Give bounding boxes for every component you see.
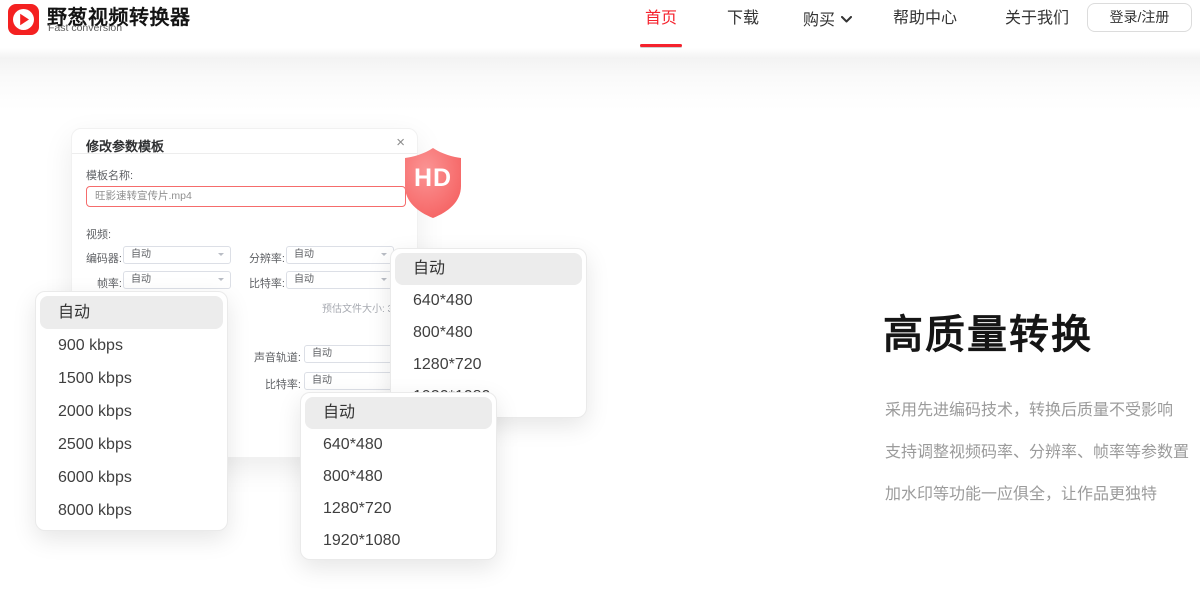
nav-item-buy[interactable]: 购买 (803, 8, 852, 30)
template-name-input[interactable]: 旺影速转宣传片.mp4 (86, 186, 406, 207)
hero-description-line: 支持调整视频码率、分辨率、帧率等参数置 (885, 438, 1185, 462)
nav-item-about-us[interactable]: 关于我们 (1005, 8, 1069, 30)
encoder-value: 自动 (131, 247, 151, 263)
chevron-down-icon (841, 8, 852, 30)
template-name-label: 模板名称: (86, 167, 133, 183)
menu-item[interactable]: 1280*720 (395, 349, 582, 381)
template-name-value: 旺影速转宣传片.mp4 (95, 187, 192, 206)
select-caret-icon (218, 253, 224, 259)
resolution-value: 自动 (294, 247, 314, 263)
video-section-label: 视频: (86, 226, 111, 242)
encoder-select[interactable]: 自动 (123, 246, 231, 264)
login-register-button[interactable]: 登录/注册 (1087, 3, 1192, 32)
video-bitrate-select[interactable]: 自动 (286, 271, 394, 289)
framerate-value: 自动 (131, 272, 151, 288)
brand-subtitle: Fast conversion (48, 22, 122, 34)
menu-item[interactable]: 2500 kbps (40, 428, 223, 461)
audio-track-value: 自动 (312, 346, 332, 362)
hero-description-line: 加水印等功能一应俱全，让作品更独特 (885, 480, 1185, 504)
modal-divider (72, 153, 417, 154)
resolution-select[interactable]: 自动 (286, 246, 394, 264)
menu-item[interactable]: 2000 kbps (40, 395, 223, 428)
menu-item[interactable]: 6000 kbps (40, 461, 223, 494)
menu-item[interactable]: 800*480 (395, 317, 582, 349)
menu-item[interactable]: 1280*720 (305, 493, 492, 525)
menu-item[interactable]: 900 kbps (40, 329, 223, 362)
menu-item[interactable]: 1500 kbps (40, 362, 223, 395)
menu-item-auto[interactable]: 自动 (305, 397, 492, 429)
header: 野葱视频转换器 Fast conversion 首页 下载 购买 帮助中心 关于… (0, 0, 1200, 48)
menu-item[interactable]: 800*480 (305, 461, 492, 493)
app-logo-icon[interactable] (8, 4, 39, 35)
nav-item-buy-label: 购买 (803, 12, 835, 29)
nav-item-help-center[interactable]: 帮助中心 (893, 8, 957, 30)
hero-heading: 高质量转换 (883, 302, 1093, 360)
framerate-select[interactable]: 自动 (123, 271, 231, 289)
video-bitrate-value: 自动 (294, 272, 314, 288)
framerate-label: 帧率: (76, 275, 122, 291)
menu-item-auto[interactable]: 自动 (395, 253, 582, 285)
hero-description-line: 采用先进编码技术，转换后质量不受影响 (885, 396, 1185, 420)
hd-shield-badge: HD (402, 146, 464, 220)
menu-item[interactable]: 640*480 (305, 429, 492, 461)
audio-track-label: 声音轨道: (221, 349, 301, 365)
nav-item-download[interactable]: 下载 (727, 8, 759, 30)
select-caret-icon (218, 278, 224, 284)
active-nav-underline (640, 44, 682, 47)
bitrate-dropdown-menu: 自动 900 kbps 1500 kbps 2000 kbps 2500 kbp… (35, 291, 228, 531)
select-caret-icon (381, 253, 387, 259)
resolution-dropdown-menu-2: 自动 640*480 800*480 1280*720 1920*1080 (300, 392, 497, 560)
resolution-label: 分辨率: (239, 250, 285, 266)
nav-item-home[interactable]: 首页 (645, 8, 677, 30)
menu-item-auto[interactable]: 自动 (40, 296, 223, 329)
hd-badge-text: HD (402, 164, 464, 193)
menu-item[interactable]: 8000 kbps (40, 494, 223, 527)
menu-item[interactable]: 1920*1080 (305, 525, 492, 557)
encoder-label: 编码器: (76, 250, 122, 266)
video-bitrate-label: 比特率: (239, 275, 285, 291)
page: 野葱视频转换器 Fast conversion 首页 下载 购买 帮助中心 关于… (0, 0, 1200, 603)
audio-bitrate-value: 自动 (312, 373, 332, 389)
audio-bitrate-label: 比特率: (221, 376, 301, 392)
menu-item[interactable]: 640*480 (395, 285, 582, 317)
select-caret-icon (381, 278, 387, 284)
